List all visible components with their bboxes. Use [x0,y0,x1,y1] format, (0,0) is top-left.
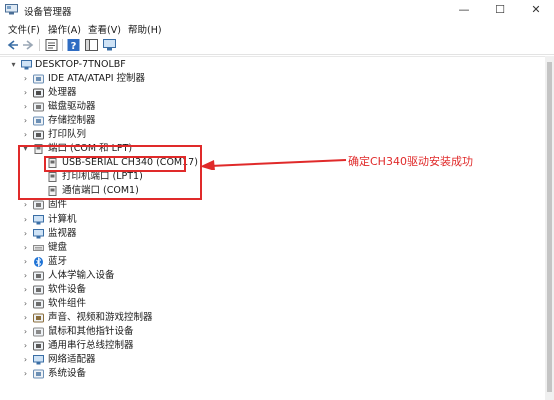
tree-category-row[interactable]: › 监视器 [0,227,300,241]
tree-category-label: 通用串行总线控制器 [48,339,134,351]
menu-help[interactable]: 帮助(H) [128,22,162,36]
tree-category-row[interactable]: › 软件组件 [0,297,300,311]
svg-text:?: ? [71,41,77,52]
tree-category-label: 人体学输入设备 [48,269,115,281]
scrollbar-thumb[interactable] [547,62,552,392]
highlight-box-ch340 [44,156,186,172]
tree-category-row[interactable]: › 计算机 [0,213,300,227]
tree-category-label: 蓝牙 [48,255,68,267]
close-button[interactable]: ✕ [518,0,554,20]
tree-category-row[interactable]: › 固件 [0,198,300,212]
minimize-button[interactable]: — [446,0,482,20]
chevron-right-icon[interactable]: › [21,283,30,297]
console-icon[interactable] [84,38,99,52]
tree-category-label: 监视器 [48,227,77,239]
device-manager-icon [5,4,18,15]
chevron-down-icon[interactable]: ▾ [9,58,18,72]
menu-action[interactable]: 操作(A) [48,22,81,36]
computer-icon [21,60,32,70]
tree-category-row[interactable]: › 软件设备 [0,283,300,297]
tree-category-label: 鼠标和其他指针设备 [48,325,134,337]
toolbar: ? [0,36,554,55]
tree-category-row[interactable]: › 存储控制器 [0,114,300,128]
menu-bar: 文件(F) 操作(A) 查看(V) 帮助(H) [0,20,554,36]
chevron-right-icon[interactable]: › [21,269,30,283]
tree-category-label: 处理器 [48,87,77,99]
tree-category-label: 网络适配器 [48,354,96,365]
window-title: 设备管理器 [24,7,72,18]
tree-category-label: 磁盘驱动器 [48,101,96,113]
chevron-right-icon[interactable]: › [21,213,30,227]
tree-category-label: 存储控制器 [48,115,96,127]
tree-category-label: IDE ATA/ATAPI 控制器 [48,73,146,84]
tree-category-row[interactable]: › 蓝牙 [0,255,300,269]
chevron-right-icon[interactable]: › [21,198,30,212]
tree-category-label: 键盘 [48,241,68,253]
tree-category-label: 软件组件 [48,297,87,309]
tree-root[interactable]: ▾ DESKTOP-7TNOLBF [0,58,200,72]
monitor-icon[interactable] [102,38,117,52]
chevron-right-icon[interactable]: › [21,128,30,142]
tree-category-row[interactable]: › 打印队列 [0,128,300,142]
tree-category-row[interactable]: › 人体学输入设备 [0,269,300,283]
chevron-right-icon[interactable]: › [21,241,30,255]
chevron-right-icon[interactable]: › [21,367,30,381]
tree-category-label: 打印队列 [48,129,87,141]
annotation-text: 确定CH340驱动安装成功 [348,155,473,168]
tree-category-row[interactable]: › IDE ATA/ATAPI 控制器 [0,72,300,86]
tree-category-label: 固件 [48,199,68,211]
tree-category-row[interactable]: › 通用串行总线控制器 [0,339,300,353]
tree-category-label: 软件设备 [48,283,87,295]
tree-category-row[interactable]: › 鼠标和其他指针设备 [0,325,300,339]
chevron-right-icon[interactable]: › [21,297,30,311]
chevron-right-icon[interactable]: › [21,227,30,241]
tree-category-row[interactable]: › 网络适配器 [0,353,300,367]
tree-category-label: 系统设备 [48,368,87,380]
tree-category-label: 声音、视频和游戏控制器 [48,311,153,323]
chevron-right-icon[interactable]: › [21,311,30,325]
maximize-button[interactable]: ☐ [482,0,518,20]
chevron-right-icon[interactable]: › [21,339,30,353]
tree-category-row[interactable]: › 磁盘驱动器 [0,100,300,114]
menu-view[interactable]: 查看(V) [88,22,121,36]
chevron-right-icon[interactable]: › [21,255,30,269]
annotation-arrow-icon [200,159,347,170]
tree-category-row[interactable]: › 键盘 [0,241,300,255]
chevron-right-icon[interactable]: › [21,325,30,339]
highlight-box-ports [18,145,202,200]
title-bar: 设备管理器 — ☐ ✕ [0,0,554,20]
chevron-right-icon[interactable]: › [21,114,30,128]
tree-category-row[interactable]: › 声音、视频和游戏控制器 [0,311,300,325]
menu-file[interactable]: 文件(F) [8,22,40,36]
help-icon[interactable]: ? [66,38,81,52]
tree-category-label: 计算机 [48,213,77,225]
chevron-right-icon[interactable]: › [21,100,30,114]
back-icon[interactable] [5,38,20,52]
forward-icon[interactable] [21,38,36,52]
tree-category-row[interactable]: › 处理器 [0,86,300,100]
tree-category-row[interactable]: › 系统设备 [0,367,300,381]
chevron-right-icon[interactable]: › [21,72,30,86]
root-label: DESKTOP-7TNOLBF [35,59,126,70]
properties-icon[interactable] [44,38,59,52]
chevron-right-icon[interactable]: › [21,86,30,100]
chevron-right-icon[interactable]: › [21,353,30,367]
